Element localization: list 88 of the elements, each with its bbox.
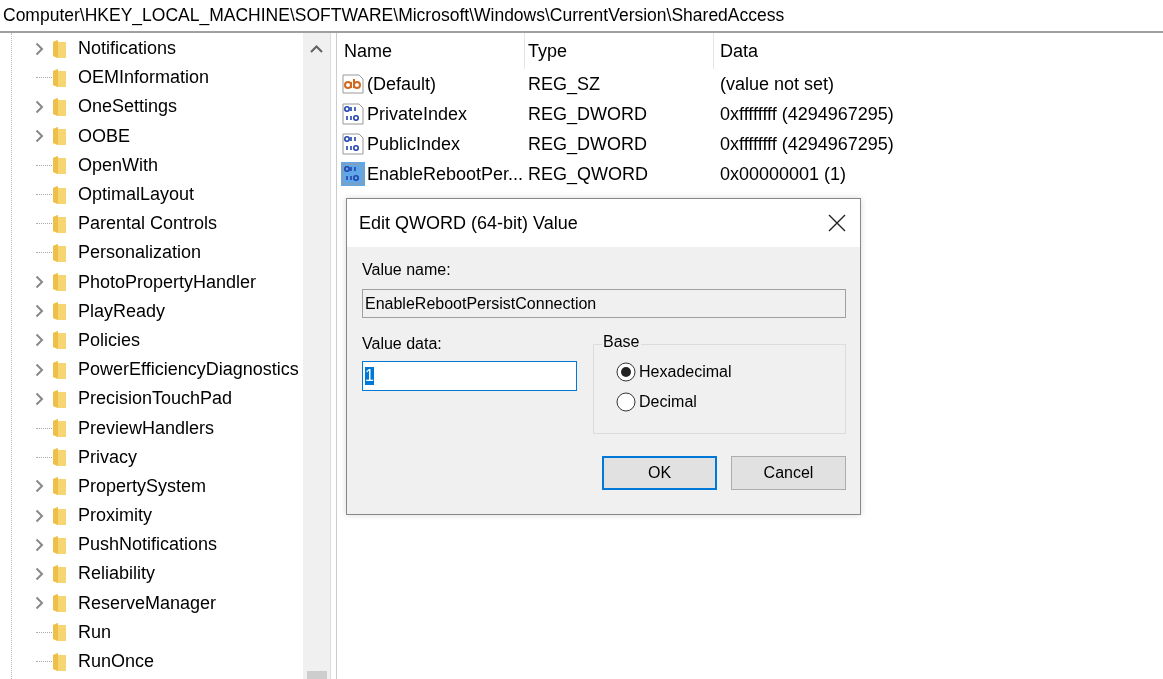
chevron-icon[interactable] xyxy=(35,391,44,406)
value-type: REG_QWORD xyxy=(528,163,648,184)
value-name-label: Value name: xyxy=(362,261,452,279)
value-name-field[interactable]: EnableRebootPersistConnection xyxy=(362,289,846,318)
radio-label[interactable]: Decimal xyxy=(639,393,697,411)
column-header[interactable]: Type xyxy=(525,33,714,69)
folder-icon xyxy=(52,593,67,614)
dialog-button[interactable]: Cancel xyxy=(731,456,846,490)
chevron-icon[interactable] xyxy=(35,566,44,581)
folder-icon xyxy=(52,447,67,468)
value-data: 0xffffffff (4294967295) xyxy=(720,103,894,124)
folder-icon xyxy=(52,272,67,293)
tree-item[interactable]: OEMInformation xyxy=(78,67,210,89)
value-data-label: Value data: xyxy=(362,335,443,353)
column-header[interactable]: Name xyxy=(341,33,525,69)
value-data: 0x00000001 (1) xyxy=(720,163,847,184)
folder-icon xyxy=(52,155,67,176)
value-type: REG_DWORD xyxy=(528,133,647,154)
chevron-icon[interactable] xyxy=(35,508,44,523)
scrollbar[interactable] xyxy=(303,33,330,679)
close-icon[interactable] xyxy=(828,214,846,232)
folder-icon xyxy=(52,534,67,555)
value-data-field[interactable]: 1 xyxy=(362,361,577,391)
value-type: REG_DWORD xyxy=(528,103,647,124)
folder-icon xyxy=(52,388,67,409)
chevron-icon[interactable] xyxy=(35,362,44,377)
chevron-icon[interactable] xyxy=(35,304,44,319)
folder-icon xyxy=(52,476,67,497)
value-type: REG_SZ xyxy=(528,73,601,94)
chevron-icon[interactable] xyxy=(35,479,44,494)
dialog-title: Edit QWORD (64-bit) Value xyxy=(359,212,578,234)
folder-icon xyxy=(52,622,67,643)
chevron-icon[interactable] xyxy=(35,275,44,290)
folder-icon xyxy=(52,242,67,263)
folder-icon xyxy=(52,184,67,205)
chevron-icon[interactable] xyxy=(35,333,44,348)
folder-icon xyxy=(52,563,67,584)
tree-item[interactable]: OneSettings xyxy=(78,96,178,118)
tree-item[interactable]: RunOnce xyxy=(78,651,155,673)
column-header[interactable]: Data xyxy=(714,33,954,69)
value-data: (value not set) xyxy=(720,73,835,94)
tree-item[interactable]: Parental Controls xyxy=(78,213,218,235)
folder-icon xyxy=(52,505,67,526)
folder-icon xyxy=(52,359,67,380)
dialog-button[interactable]: OK xyxy=(602,456,717,490)
tree-item[interactable]: Notifications xyxy=(78,38,177,60)
tree-item[interactable]: OOBE xyxy=(78,125,130,147)
chevron-icon[interactable] xyxy=(35,41,44,56)
tree-item[interactable]: Privacy xyxy=(78,446,137,468)
value-name[interactable]: EnableRebootPer... xyxy=(367,163,524,185)
tree-item[interactable]: ReserveManager xyxy=(78,592,217,614)
value-name[interactable]: PrivateIndex xyxy=(367,103,468,125)
tree-item[interactable]: OpenWith xyxy=(78,154,159,176)
folder-icon xyxy=(52,418,67,439)
tree-item[interactable]: OptimalLayout xyxy=(78,184,195,206)
value-name[interactable]: (Default) xyxy=(367,73,437,95)
tree-item[interactable]: PreviewHandlers xyxy=(78,417,215,439)
tree-item[interactable]: PhotoPropertyHandler xyxy=(78,271,257,293)
tree-item[interactable]: PrecisionTouchPad xyxy=(78,388,233,410)
folder-icon xyxy=(52,213,67,234)
folder-icon xyxy=(52,96,67,117)
radio-button[interactable] xyxy=(616,392,637,412)
radio-button[interactable] xyxy=(616,362,637,382)
chevron-icon[interactable] xyxy=(35,99,44,114)
tree-item[interactable]: Reliability xyxy=(78,563,156,585)
tree-item[interactable]: Run xyxy=(78,621,112,643)
tree-item[interactable]: PushNotifications xyxy=(78,534,218,556)
scroll-up-icon[interactable] xyxy=(310,45,323,53)
chevron-icon[interactable] xyxy=(35,129,44,144)
radio-label[interactable]: Hexadecimal xyxy=(639,363,732,381)
folder-icon xyxy=(52,126,67,147)
address-bar[interactable]: Computer\HKEY_LOCAL_MACHINE\SOFTWARE\Microsoft\Windows\CurrentVersion\SharedAccess xyxy=(0,0,1163,33)
folder-icon xyxy=(52,330,67,351)
chevron-icon[interactable] xyxy=(35,596,44,611)
folder-icon xyxy=(52,67,67,88)
tree-item[interactable]: Policies xyxy=(78,329,141,351)
tree-item[interactable]: PowerEfficiencyDiagnostics xyxy=(78,359,299,381)
value-data: 0xffffffff (4294967295) xyxy=(720,133,894,154)
tree-item[interactable]: PropertySystem xyxy=(78,475,207,497)
chevron-icon[interactable] xyxy=(35,537,44,552)
tree-item[interactable]: PlayReady xyxy=(78,300,166,322)
tree-item[interactable]: Personalization xyxy=(78,242,202,264)
folder-icon xyxy=(52,651,67,672)
scrollbar-thumb[interactable] xyxy=(306,671,327,679)
folder-icon xyxy=(52,301,67,322)
tree-item[interactable]: Proximity xyxy=(78,505,152,527)
value-name[interactable]: PublicIndex xyxy=(367,133,461,155)
folder-icon xyxy=(52,38,67,59)
